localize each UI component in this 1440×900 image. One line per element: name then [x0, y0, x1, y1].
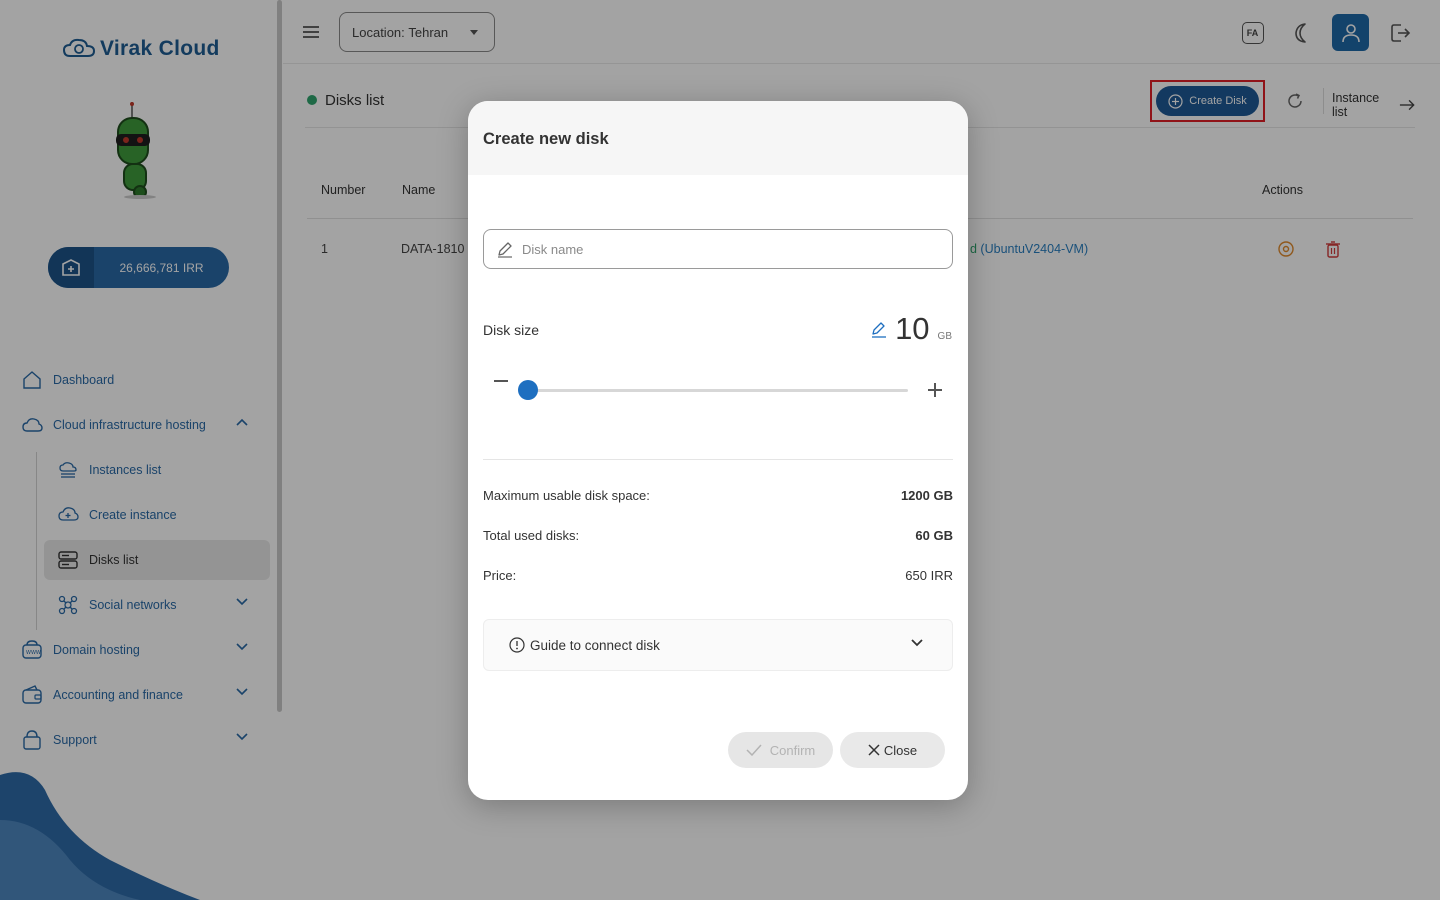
confirm-button[interactable]: Confirm [728, 732, 833, 768]
price-value: 650 IRR [905, 568, 953, 583]
modal-title: Create new disk [483, 130, 609, 148]
used-disks-label: Total used disks: [483, 528, 580, 543]
disk-size-display: 10 GB [871, 311, 952, 347]
divider [483, 459, 953, 460]
guide-accordion[interactable]: Guide to connect disk [483, 619, 953, 671]
decrease-size-button[interactable] [494, 380, 508, 382]
disk-name-input[interactable] [522, 241, 952, 257]
disk-size-slider-thumb[interactable] [518, 380, 538, 400]
disk-size-label: Disk size [483, 322, 540, 338]
check-icon [746, 744, 762, 756]
max-space-label: Maximum usable disk space: [483, 488, 650, 503]
price-label: Price: [483, 568, 517, 583]
edit-size-icon[interactable] [871, 321, 887, 339]
close-label: Close [883, 742, 918, 758]
pencil-icon [498, 242, 512, 258]
modal-header: Create new disk [468, 101, 968, 175]
info-icon [509, 637, 525, 653]
close-icon [868, 744, 880, 756]
chevron-down-icon [911, 639, 923, 647]
close-button[interactable]: Close [840, 732, 945, 768]
increase-size-button[interactable] [927, 382, 943, 398]
max-space-value: 1200 GB [900, 488, 953, 503]
create-disk-modal: Create new disk Disk size 10 GB Maximum … [468, 101, 968, 800]
disk-name-field[interactable] [483, 229, 953, 269]
disk-size-unit: GB [937, 331, 952, 342]
disk-size-value: 10 [895, 311, 930, 346]
used-disks-value: 60 GB [915, 528, 953, 543]
guide-label: Guide to connect disk [530, 637, 660, 653]
confirm-label: Confirm [769, 742, 816, 758]
disk-size-slider-track[interactable] [528, 389, 908, 392]
